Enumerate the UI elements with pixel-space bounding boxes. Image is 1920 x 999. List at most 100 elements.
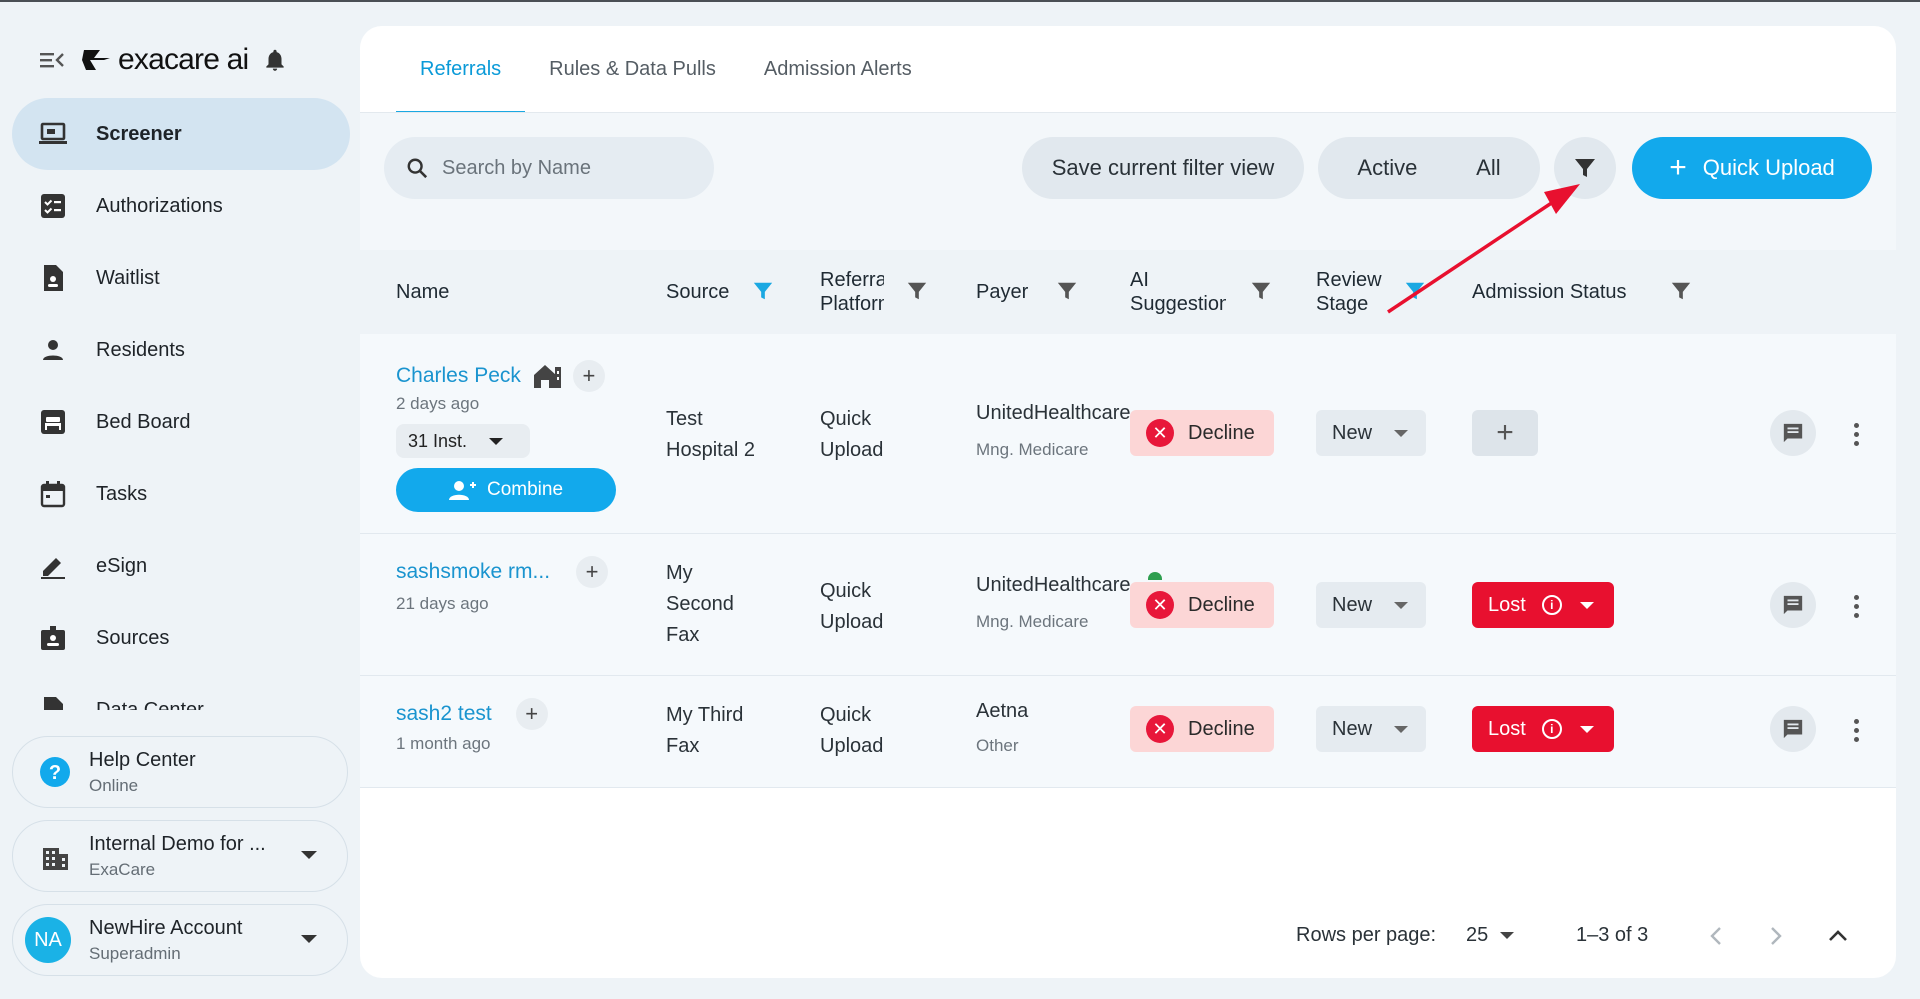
review-stage-select[interactable]: New xyxy=(1316,410,1426,456)
sidebar-item-bed-board[interactable]: Bed Board xyxy=(12,386,350,458)
admission-status-cell: Lost i xyxy=(1472,582,1614,628)
comment-cell xyxy=(1770,706,1816,752)
name-cell: sashsmoke rm... + xyxy=(396,556,608,588)
comment-icon xyxy=(1783,423,1803,443)
filter-icon[interactable] xyxy=(1404,280,1426,302)
payer-plan: Other xyxy=(976,736,1019,755)
quick-upload-button[interactable]: + Quick Upload xyxy=(1632,137,1872,199)
sidebar: exacare ai Screener Authorizations Waitl… xyxy=(0,2,360,999)
column-header-source[interactable]: Source xyxy=(666,250,778,334)
sidebar-item-residents[interactable]: Residents xyxy=(12,314,350,386)
referral-name-link[interactable]: Charles Peck xyxy=(396,364,521,388)
account-selector[interactable]: NA NewHire Account Superadmin xyxy=(12,904,348,976)
tab-referrals[interactable]: Referrals xyxy=(396,26,526,114)
referral-time: 1 month ago xyxy=(396,734,491,753)
sidebar-item-label: Bed Board xyxy=(96,410,191,433)
add-button[interactable]: + xyxy=(572,360,605,392)
ai-suggestion-cell: ✕ Decline xyxy=(1130,582,1274,628)
column-header-referral-platform[interactable]: Referral Platform xyxy=(820,250,940,334)
tab-bar: Referrals Rules & Data Pulls Admission A… xyxy=(396,26,936,114)
search-input[interactable] xyxy=(442,156,702,180)
more-options-button[interactable] xyxy=(1844,710,1868,750)
lost-status-select[interactable]: Lost i xyxy=(1472,706,1614,752)
tab-admission-alerts[interactable]: Admission Alerts xyxy=(740,26,936,112)
payer-cell: UnitedHealthcare xyxy=(976,402,1131,424)
active-toggle-option[interactable]: Active xyxy=(1357,155,1417,181)
sidebar-item-tasks[interactable]: Tasks xyxy=(12,458,350,530)
add-admission-status-button[interactable]: + xyxy=(1472,410,1538,456)
search-box[interactable] xyxy=(384,137,714,199)
filter-button[interactable] xyxy=(1554,137,1616,199)
comment-button[interactable] xyxy=(1770,706,1816,752)
caret-down-icon xyxy=(1579,601,1594,609)
table-row[interactable]: sashsmoke rm... + 21 days ago My Second … xyxy=(360,534,1896,676)
institution-count[interactable]: 31 Inst. xyxy=(396,424,530,458)
save-filter-view-button[interactable]: Save current filter view xyxy=(1022,137,1304,199)
help-center-card[interactable]: ? Help Center Online xyxy=(12,736,348,808)
sidebar-item-label: Residents xyxy=(96,338,185,361)
combine-cell: Combine xyxy=(396,468,616,512)
review-stage-select[interactable]: New xyxy=(1316,706,1426,752)
building-icon xyxy=(43,848,68,870)
referral-name-link[interactable]: sashsmoke rm... xyxy=(396,560,554,584)
referral-name-link[interactable]: sash2 test xyxy=(396,702,492,726)
tab-rules-data-pulls[interactable]: Rules & Data Pulls xyxy=(525,26,740,112)
sidebar-item-label: Screener xyxy=(96,122,182,145)
next-page-icon[interactable] xyxy=(1766,924,1786,948)
filter-icon[interactable] xyxy=(752,280,774,302)
more-options-button[interactable] xyxy=(1844,586,1868,626)
table-row[interactable]: sash2 test + 1 month ago My Third Fax Qu… xyxy=(360,676,1896,788)
column-header-ai-suggestion[interactable]: AI Suggestion xyxy=(1130,250,1280,334)
add-button[interactable]: + xyxy=(576,556,608,588)
sidebar-item-esign[interactable]: eSign xyxy=(12,530,350,602)
notification-bell-icon[interactable] xyxy=(262,47,288,73)
table-row[interactable]: Charles Peck + 2 days ago 31 Inst. Combi… xyxy=(360,334,1896,534)
rows-per-page-label: Rows per page: xyxy=(1296,924,1437,946)
lost-status-select[interactable]: Lost i xyxy=(1472,582,1614,628)
decline-badge[interactable]: ✕ Decline xyxy=(1130,706,1274,752)
add-button[interactable]: + xyxy=(515,698,548,730)
sidebar-item-data-center[interactable]: Data Center xyxy=(12,674,350,710)
filter-icon[interactable] xyxy=(1056,280,1078,302)
main-panel: Referrals Rules & Data Pulls Admission A… xyxy=(360,26,1896,978)
sidebar-item-authorizations[interactable]: Authorizations xyxy=(12,170,350,242)
sidebar-item-sources[interactable]: Sources xyxy=(12,602,350,674)
rows-per-page-select[interactable]: 25 xyxy=(1466,924,1515,947)
previous-page-icon[interactable] xyxy=(1706,924,1726,948)
calendar-icon xyxy=(38,479,68,509)
column-header-review-stage[interactable]: Review Stage xyxy=(1316,250,1436,334)
brand-logo: exacare ai xyxy=(80,43,249,77)
filter-icon[interactable] xyxy=(1250,280,1272,302)
filter-icon[interactable] xyxy=(1670,280,1692,302)
search-icon xyxy=(407,158,428,179)
info-icon[interactable]: i xyxy=(1541,719,1562,739)
comment-button[interactable] xyxy=(1770,410,1816,456)
sidebar-item-screener[interactable]: Screener xyxy=(12,98,350,170)
caret-down-icon xyxy=(489,437,504,445)
column-header-admission-status[interactable]: Admission Status xyxy=(1472,250,1692,334)
decline-badge[interactable]: ✕ Decline xyxy=(1130,582,1274,628)
combine-button[interactable]: Combine xyxy=(396,468,616,512)
chevron-up-icon[interactable] xyxy=(1826,924,1850,948)
facility-home-icon xyxy=(533,365,561,388)
active-all-toggle: Active All xyxy=(1318,137,1540,199)
column-header-payer[interactable]: Payer xyxy=(976,250,1096,334)
platform-cell: Quick Upload xyxy=(820,704,884,757)
comment-icon xyxy=(1783,719,1803,739)
more-options-button[interactable] xyxy=(1844,414,1868,454)
all-toggle-option[interactable]: All xyxy=(1476,155,1500,181)
column-header-name[interactable]: Name xyxy=(396,250,449,334)
review-stage-select[interactable]: New xyxy=(1316,582,1426,628)
info-icon[interactable]: i xyxy=(1541,595,1562,615)
decline-badge[interactable]: ✕ Decline xyxy=(1130,410,1274,456)
collapse-menu-icon[interactable] xyxy=(38,48,66,72)
filter-icon[interactable] xyxy=(906,280,928,302)
comment-button[interactable] xyxy=(1770,582,1816,628)
sidebar-item-waitlist[interactable]: Waitlist xyxy=(12,242,350,314)
caret-down-icon xyxy=(1394,429,1409,437)
close-circle-icon: ✕ xyxy=(1146,591,1174,619)
organization-selector[interactable]: Internal Demo for ... ExaCare xyxy=(12,820,348,892)
account-name: NewHire Account xyxy=(89,916,243,939)
chevron-down-icon xyxy=(301,851,317,859)
sidebar-item-label: Waitlist xyxy=(96,266,160,289)
